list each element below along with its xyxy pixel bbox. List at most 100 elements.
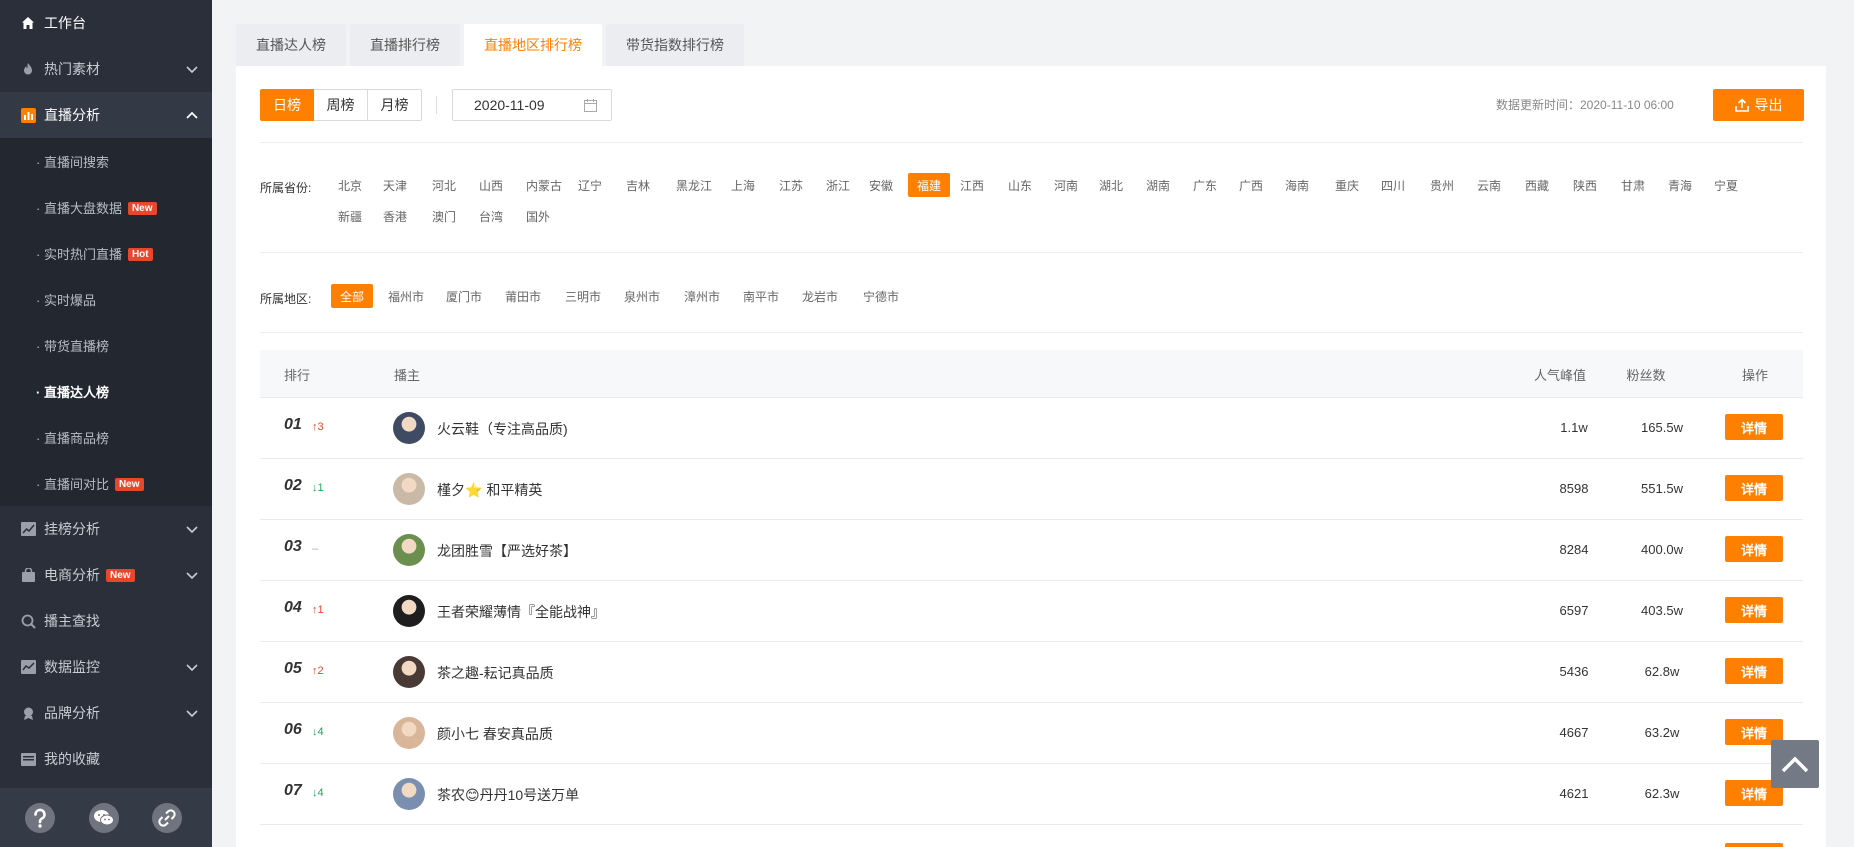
rank-number: 06	[284, 721, 302, 738]
province-chip[interactable]: 河北	[423, 173, 465, 197]
sidebar-item-data-monitor[interactable]: 数据监控	[0, 644, 212, 690]
province-chip[interactable]: 西藏	[1516, 173, 1558, 197]
sidebar-sub-realtime-hot[interactable]: · 实时热门直播 Hot	[0, 230, 212, 276]
tab-live-region-rank[interactable]: 直播地区排行榜	[464, 24, 602, 66]
region-chip[interactable]: 宁德市	[854, 284, 908, 308]
detail-button[interactable]	[1725, 843, 1783, 847]
region-chip[interactable]: 全部	[331, 284, 374, 308]
tab-live-talent[interactable]: 直播达人榜	[236, 24, 346, 66]
sidebar-sub-live-talent-rank[interactable]: · 直播达人榜	[0, 368, 212, 414]
link-button[interactable]	[152, 803, 182, 833]
anchor-name[interactable]: 王者荣耀薄情『全能战神』	[437, 602, 605, 622]
province-chip[interactable]: 澳门	[423, 204, 465, 228]
avatar[interactable]	[393, 473, 425, 505]
anchor-name[interactable]: 茶之趣-耘记真品质	[437, 663, 554, 683]
sidebar-item-ecommerce-analysis[interactable]: 电商分析 New	[0, 552, 212, 598]
province-chip[interactable]: 陕西	[1564, 173, 1606, 197]
sidebar-sub-live-goods-rank[interactable]: · 直播商品榜	[0, 414, 212, 460]
sidebar-item-live-analysis[interactable]: 直播分析	[0, 92, 212, 138]
region-chip[interactable]: 漳州市	[675, 284, 729, 308]
province-chip[interactable]: 江苏	[770, 173, 812, 197]
province-chip[interactable]: 辽宁	[569, 173, 611, 197]
province-chip[interactable]: 河南	[1045, 173, 1087, 197]
province-chip[interactable]: 北京	[329, 173, 371, 197]
help-button[interactable]	[25, 803, 55, 833]
sidebar-sub-live-compare[interactable]: · 直播间对比 New	[0, 460, 212, 506]
province-chip[interactable]: 贵州	[1421, 173, 1463, 197]
anchor-name[interactable]: 火云鞋（专注高品质)	[437, 419, 568, 439]
province-chip[interactable]: 四川	[1372, 173, 1414, 197]
province-chip[interactable]: 宁夏	[1705, 173, 1747, 197]
rank-change: ↓1	[312, 482, 324, 494]
province-chip[interactable]: 广西	[1230, 173, 1272, 197]
province-chip[interactable]: 吉林	[617, 173, 659, 197]
region-chip[interactable]: 三明市	[556, 284, 610, 308]
avatar[interactable]	[393, 412, 425, 444]
period-day-button[interactable]: 日榜	[260, 89, 314, 121]
region-chip[interactable]: 莆田市	[496, 284, 550, 308]
period-week-button[interactable]: 周榜	[314, 89, 368, 121]
province-chip[interactable]: 江西	[951, 173, 993, 197]
detail-button[interactable]: 详情	[1725, 414, 1783, 440]
province-chip[interactable]: 黑龙江	[667, 173, 721, 197]
sidebar-item-brand-analysis[interactable]: 品牌分析	[0, 690, 212, 736]
province-chip[interactable]: 重庆	[1326, 173, 1368, 197]
province-chip[interactable]: 广东	[1184, 173, 1226, 197]
province-chip[interactable]: 新疆	[329, 204, 371, 228]
region-chip[interactable]: 龙岩市	[793, 284, 847, 308]
region-chip[interactable]: 福州市	[379, 284, 433, 308]
anchor-name[interactable]: 龙团胜雪【严选好茶】	[437, 541, 577, 561]
detail-button[interactable]: 详情	[1725, 475, 1783, 501]
peak-popularity: 8598	[1559, 481, 1589, 496]
region-chip[interactable]: 南平市	[734, 284, 788, 308]
sidebar-item-hot-material[interactable]: 热门素材	[0, 46, 212, 92]
province-chip[interactable]: 海南	[1276, 173, 1318, 197]
detail-button[interactable]: 详情	[1725, 536, 1783, 562]
province-chip[interactable]: 甘肃	[1612, 173, 1654, 197]
province-chip[interactable]: 安徽	[860, 173, 902, 197]
sidebar-item-rank-analysis[interactable]: 挂榜分析	[0, 506, 212, 552]
region-chip[interactable]: 泉州市	[615, 284, 669, 308]
sidebar-sub-label: · 直播间对比	[36, 476, 109, 492]
peak-popularity: 8284	[1559, 542, 1589, 557]
tab-live-rank[interactable]: 直播排行榜	[350, 24, 460, 66]
sidebar-sub-live-market[interactable]: · 直播大盘数据 New	[0, 184, 212, 230]
export-button[interactable]: 导出	[1713, 89, 1804, 121]
tab-sales-index-rank[interactable]: 带货指数排行榜	[606, 24, 744, 66]
province-chip[interactable]: 台湾	[470, 204, 512, 228]
province-chip[interactable]: 山东	[999, 173, 1041, 197]
avatar[interactable]	[393, 717, 425, 749]
back-to-top-button[interactable]	[1771, 740, 1819, 788]
province-chip[interactable]: 云南	[1468, 173, 1510, 197]
province-chip[interactable]: 上海	[722, 173, 764, 197]
province-chip[interactable]: 国外	[517, 204, 559, 228]
avatar[interactable]	[393, 778, 425, 810]
region-chip[interactable]: 厦门市	[437, 284, 491, 308]
avatar[interactable]	[393, 534, 425, 566]
sidebar-sub-live-search[interactable]: · 直播间搜索	[0, 138, 212, 184]
province-chip[interactable]: 福建	[908, 173, 951, 197]
anchor-name[interactable]: 槿夕⭐ 和平精英	[437, 480, 542, 500]
sidebar-item-anchor-search[interactable]: 播主查找	[0, 598, 212, 644]
province-chip[interactable]: 香港	[374, 204, 416, 228]
avatar[interactable]	[393, 595, 425, 627]
sidebar-item-favorites[interactable]: 我的收藏	[0, 736, 212, 782]
detail-button[interactable]: 详情	[1725, 597, 1783, 623]
province-chip[interactable]: 湖南	[1137, 173, 1179, 197]
sidebar-item-workbench[interactable]: 工作台	[0, 0, 212, 46]
sidebar-sub-realtime-products[interactable]: · 实时爆品	[0, 276, 212, 322]
province-chip[interactable]: 湖北	[1090, 173, 1132, 197]
province-chip[interactable]: 天津	[374, 173, 416, 197]
detail-button[interactable]: 详情	[1725, 658, 1783, 684]
wechat-button[interactable]	[89, 803, 119, 833]
province-chip[interactable]: 青海	[1659, 173, 1701, 197]
date-picker[interactable]: 2020-11-09	[452, 89, 612, 121]
anchor-name[interactable]: 茶农😊丹丹10号送万单	[437, 785, 579, 805]
province-chip[interactable]: 浙江	[817, 173, 859, 197]
province-chip[interactable]: 山西	[470, 173, 512, 197]
province-chip[interactable]: 内蒙古	[517, 173, 571, 197]
anchor-name[interactable]: 颜小七 春安真品质	[437, 724, 553, 744]
avatar[interactable]	[393, 656, 425, 688]
period-month-button[interactable]: 月榜	[368, 89, 422, 121]
sidebar-sub-sales-live-rank[interactable]: · 带货直播榜	[0, 322, 212, 368]
